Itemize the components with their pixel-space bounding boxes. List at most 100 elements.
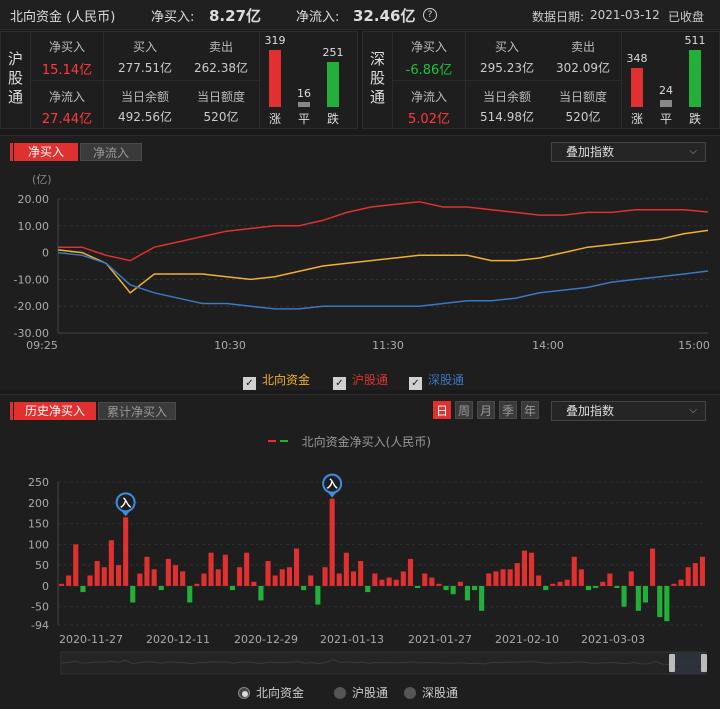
series-line-1 [58, 200, 709, 262]
bar-63 [507, 569, 513, 586]
checkbox-sz[interactable]: ✓ [409, 377, 422, 390]
bar-60 [486, 573, 492, 586]
tab-net-buy[interactable]: 净买入 [14, 143, 78, 161]
bar-0 [59, 583, 65, 586]
bar-40 [343, 552, 349, 586]
checkbox-sh[interactable]: ✓ [333, 377, 346, 390]
x-tick-label: 2021-01-27 [408, 633, 472, 646]
bar-62 [500, 569, 506, 586]
y-tick-label: -10.00 [14, 273, 49, 286]
period-quarter[interactable]: 季 [499, 401, 517, 419]
sh-buy-value: 277.51亿 [118, 61, 172, 75]
bar-43 [365, 585, 371, 593]
legend-sh[interactable]: ✓ 沪股通 [333, 371, 388, 390]
bar-45 [379, 579, 385, 586]
bar-29 [265, 561, 271, 586]
bar-81 [635, 585, 641, 611]
sz-flat-label: 平 [659, 112, 672, 126]
sz-up-count: 348 [626, 52, 648, 65]
net-inflow-value: 32.46亿 [353, 7, 416, 25]
sh-balance-label: 当日余额 [120, 90, 169, 104]
checkbox-northbound[interactable]: ✓ [243, 377, 256, 390]
sz-sell-value: 302.09亿 [556, 61, 610, 75]
overlay-index-select[interactable]: 叠加指数 ⌵ [551, 142, 706, 162]
sz-flat-count: 24 [659, 84, 673, 97]
bar-72 [571, 556, 577, 586]
radio-northbound[interactable]: 北向资金 [238, 684, 304, 701]
bar-36 [315, 585, 321, 605]
bar-82 [642, 585, 648, 603]
period-month[interactable]: 月 [477, 401, 495, 419]
sz-balance-label: 当日余额 [482, 90, 531, 104]
sh-quota-label: 当日额度 [196, 90, 245, 104]
legend-sz[interactable]: ✓ 深股通 [409, 371, 464, 390]
bar-21 [208, 552, 214, 586]
bar-20 [201, 573, 207, 586]
sh-up-bar [269, 50, 281, 107]
sh-flat-label: 平 [297, 112, 310, 126]
sh-balance-value: 492.56亿 [118, 110, 172, 124]
y-tick-label: -50 [31, 601, 49, 614]
bar-85 [664, 585, 670, 622]
y-tick-label: 150 [28, 518, 49, 531]
bar-44 [372, 573, 378, 586]
bar-70 [557, 581, 563, 586]
help-icon[interactable]: ? [423, 8, 437, 22]
bar-55 [450, 585, 456, 595]
sz-connect-panel: 深 股 通 净买入 -6.86亿 买入 295.23亿 卖出 302.09亿 净… [362, 31, 720, 129]
bar-37 [322, 567, 328, 586]
sh-buy-label: 买入 [132, 40, 157, 54]
bar-86 [671, 583, 677, 586]
x-tick-label: 2020-12-29 [234, 633, 298, 646]
bar-58 [472, 585, 478, 591]
bar-3 [80, 585, 86, 593]
bar-22 [215, 569, 221, 586]
date-value: 2021-03-12 [590, 8, 660, 22]
net-buy-value: 8.27亿 [209, 7, 262, 25]
sz-buy-value: 295.23亿 [480, 61, 534, 75]
y-unit-label: (亿) [32, 173, 52, 186]
sz-net-buy-label: 净买入 [410, 40, 447, 54]
tab-history-net-buy[interactable]: 历史净买入 [14, 402, 96, 420]
sh-net-buy-value: 15.14亿 [41, 63, 93, 78]
history-bar-chart: 250200150100500-50-94入入2020-11-27 2020-12… [28, 473, 707, 675]
sz-sell-label: 卖出 [570, 40, 595, 54]
period-day[interactable]: 日 [433, 401, 451, 419]
range-handle-right [701, 654, 707, 672]
sh-up-label: 涨 [268, 112, 281, 126]
legend-northbound[interactable]: ✓ 北向资金 [243, 371, 310, 390]
bar-24 [229, 585, 235, 591]
sz-up-label: 涨 [630, 112, 643, 126]
bar-12 [144, 556, 150, 586]
series-line-0 [57, 229, 709, 294]
bar-18 [187, 585, 193, 603]
period-week[interactable]: 周 [455, 401, 473, 419]
tab-cumulative-net-buy[interactable]: 累计净买入 [98, 402, 176, 420]
sz-breadth-bars: 348 涨 24 平 511 跌 [622, 32, 720, 128]
sh-side-label: 沪 股 通 [1, 32, 31, 128]
sz-net-inflow-value: 5.02亿 [408, 112, 450, 127]
bar-64 [514, 563, 520, 586]
net-buy-label: 净买入: [151, 10, 195, 25]
sz-down-bar [689, 50, 701, 107]
period-year[interactable]: 年 [521, 401, 539, 419]
tab-net-inflow[interactable]: 净流入 [80, 143, 142, 161]
bar-9 [123, 517, 129, 586]
bar-68 [543, 585, 549, 591]
sz-up-bar [631, 68, 643, 107]
y-tick-label: -20.00 [14, 300, 49, 313]
bar-6 [101, 567, 107, 586]
y-tick-label: 10.00 [18, 220, 50, 233]
marker-pointer-1 [328, 492, 337, 498]
y-tick-label: 0 [42, 580, 49, 593]
history-overlay-select[interactable]: 叠加指数 ⌵ [551, 401, 706, 421]
radio-sh[interactable]: 沪股通 [334, 684, 388, 701]
bar-13 [151, 569, 157, 586]
net-inflow-label: 净流入: [296, 10, 340, 25]
bar-83 [650, 548, 656, 586]
bar-32 [286, 567, 292, 586]
sz-down-label: 跌 [688, 112, 701, 126]
sz-quota-value: 520亿 [565, 110, 601, 124]
x-tick-label: 15:00 [678, 339, 710, 352]
radio-sz[interactable]: 深股通 [404, 684, 458, 701]
